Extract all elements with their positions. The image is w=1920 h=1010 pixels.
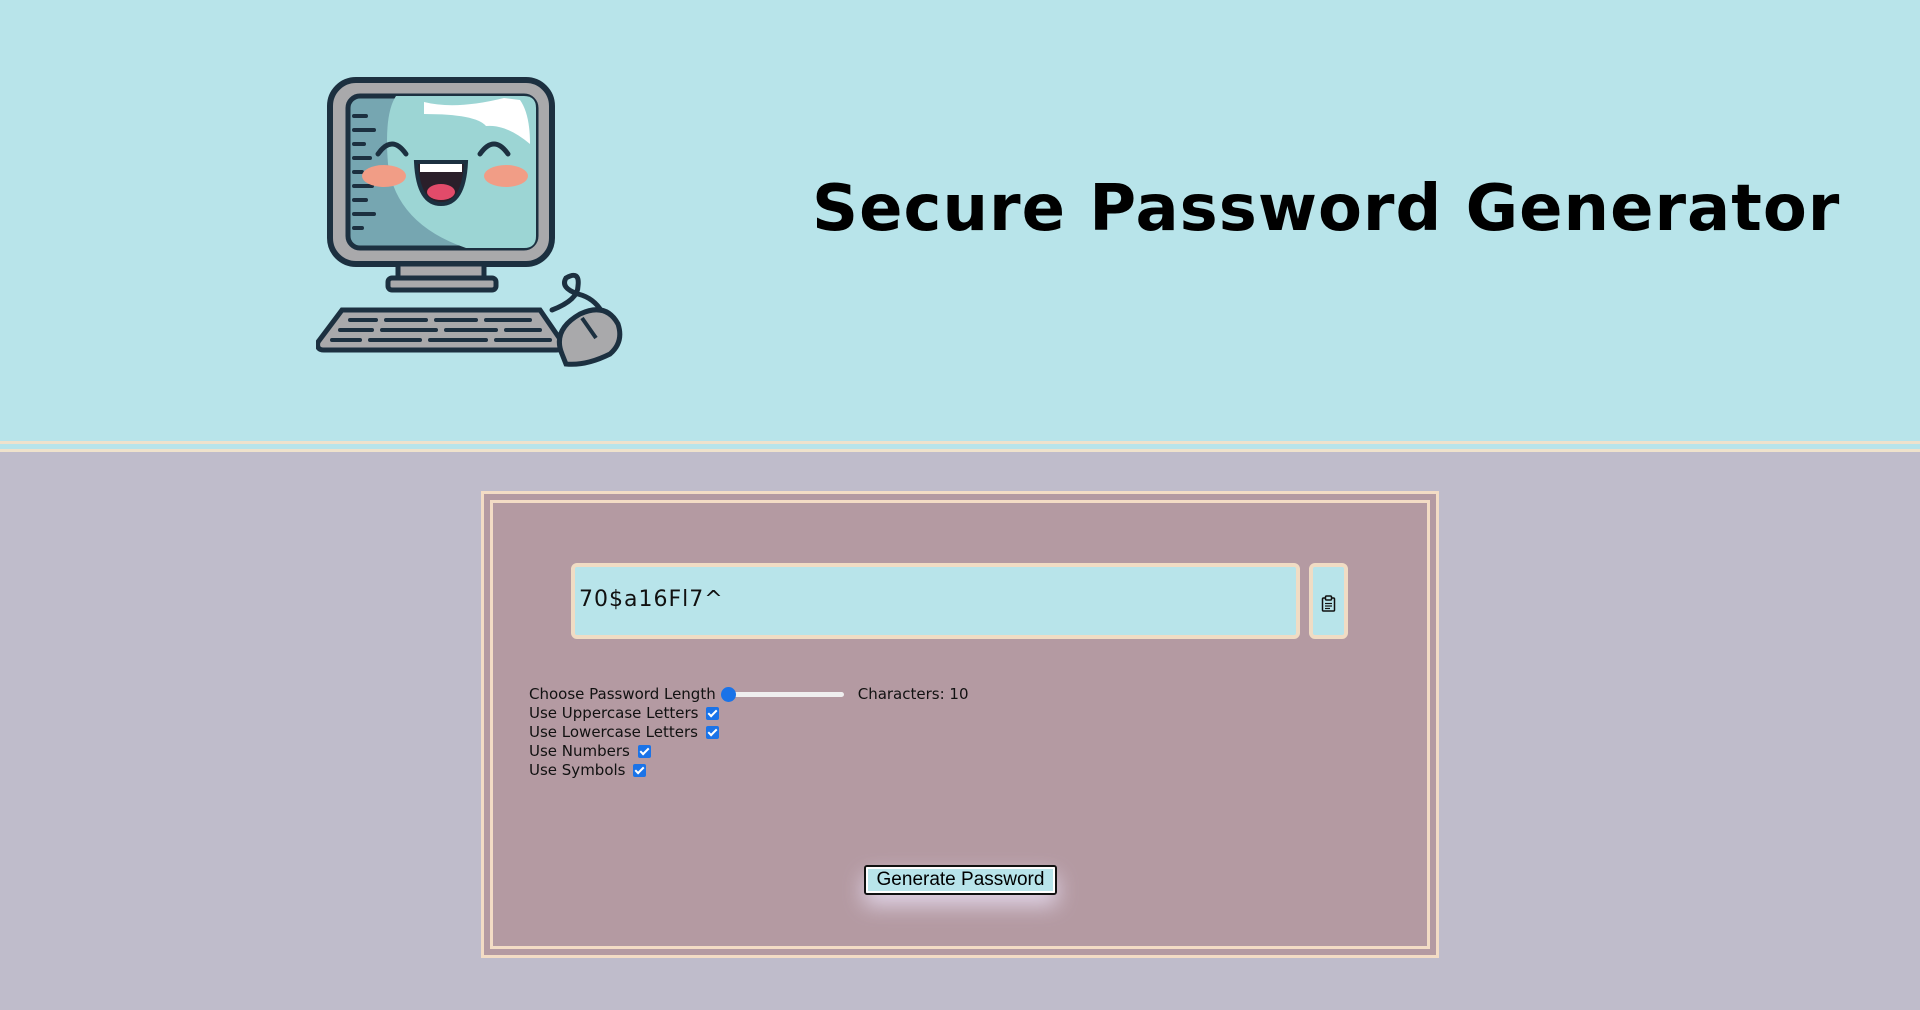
- generate-password-button[interactable]: Generate Password: [864, 865, 1057, 895]
- copy-button[interactable]: [1309, 563, 1348, 639]
- option-uppercase: Use Uppercase Letters: [529, 704, 720, 722]
- option-numbers: Use Numbers: [529, 742, 651, 760]
- numbers-checkbox[interactable]: [637, 744, 651, 758]
- option-symbols: Use Symbols: [529, 761, 647, 779]
- uppercase-checkbox[interactable]: [706, 706, 720, 720]
- symbols-checkbox[interactable]: [633, 763, 647, 777]
- header: Secure Password Generator: [0, 0, 1920, 442]
- length-slider[interactable]: [720, 685, 848, 703]
- option-label: Use Lowercase Letters: [529, 723, 698, 741]
- lowercase-checkbox[interactable]: [705, 725, 719, 739]
- length-row: Choose Password Length Characters: 10: [529, 685, 969, 703]
- header-divider: [0, 441, 1920, 452]
- option-lowercase: Use Lowercase Letters: [529, 723, 719, 741]
- option-label: Use Uppercase Letters: [529, 704, 699, 722]
- smiling-computer-icon: [316, 77, 623, 367]
- password-output[interactable]: 70$a16Fl7^: [571, 563, 1300, 639]
- option-label: Use Symbols: [529, 761, 626, 779]
- clipboard-icon: [1321, 595, 1336, 612]
- password-text[interactable]: 70$a16Fl7^: [579, 587, 724, 612]
- characters-count: Characters: 10: [857, 685, 969, 703]
- length-slider-thumb[interactable]: [720, 687, 736, 702]
- length-slider-track: [727, 692, 844, 697]
- length-label: Choose Password Length: [529, 685, 716, 703]
- page-title: Secure Password Generator: [812, 172, 1841, 246]
- option-label: Use Numbers: [529, 742, 630, 760]
